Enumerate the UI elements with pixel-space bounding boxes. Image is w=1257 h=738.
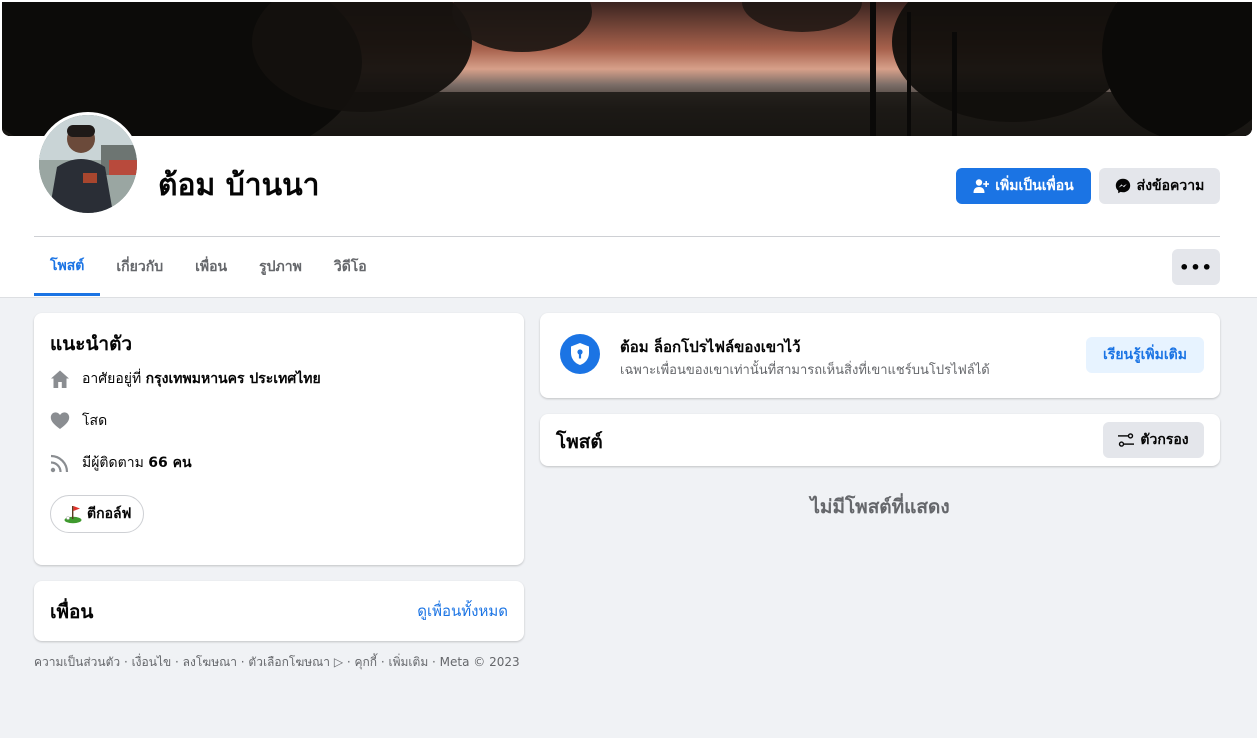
hobby-chip[interactable]: ตีกอล์ฟ (50, 495, 145, 533)
locked-title: ต้อม ล็อกโปรไฟล์ของเขาไว้ (620, 338, 801, 356)
add-friend-icon (973, 179, 990, 193)
intro-relationship-row: โสด (50, 410, 107, 432)
golf-icon (64, 506, 82, 524)
intro-relationship-text: โสด (82, 413, 108, 429)
shield-lock-icon (560, 334, 600, 374)
locked-profile-card: ต้อม ล็อกโปรไฟล์ของเขาไว้ เฉพาะเพื่อนของ… (540, 313, 1220, 398)
lives-prefix: อาศัยอยู่ที่ (82, 371, 142, 387)
lives-city[interactable]: กรุงเทพมหานคร ประเทศไทย (146, 371, 321, 387)
home-icon (50, 369, 70, 389)
message-button[interactable]: ส่งข้อความ (1099, 168, 1220, 204)
profile-tabs: โพสต์ เกี่ยวกับ เพื่อน รูปภาพ วิดีโอ (34, 238, 383, 298)
tab-photos[interactable]: รูปภาพ (243, 238, 318, 296)
no-posts-message: ไม่มีโพสต์ที่แสดง (810, 496, 950, 518)
tab-about[interactable]: เกี่ยวกับ (100, 238, 179, 296)
heart-icon (50, 411, 70, 431)
profile-avatar[interactable] (36, 112, 140, 216)
cover-image (2, 2, 1252, 136)
posts-title: โพสต์ (556, 431, 603, 453)
avatar-image (39, 115, 137, 213)
tab-posts[interactable]: โพสต์ (34, 238, 101, 296)
tab-videos[interactable]: วิดีโอ (318, 238, 383, 296)
see-all-friends-link[interactable]: ดูเพื่อนทั้งหมด (417, 599, 508, 623)
followers-count[interactable]: 66 คน (148, 455, 191, 471)
message-label: ส่งข้อความ (1136, 178, 1205, 194)
intro-followers-text: มีผู้ติดตาม 66 คน (82, 452, 192, 474)
posts-card: โพสต์ ตัวกรอง (540, 414, 1220, 466)
friends-title: เพื่อน (50, 601, 94, 623)
header-divider (34, 236, 1220, 237)
tab-friends[interactable]: เพื่อน (179, 238, 243, 296)
intro-card: แนะนำตัว อาศัยอยู่ที่ กรุงเทพมหานคร ประเ… (34, 313, 524, 565)
add-friend-label: เพิ่มเป็นเพื่อน (995, 178, 1074, 194)
learn-more-button[interactable]: เรียนรู้เพิ่มเติม (1086, 337, 1204, 373)
footer-links[interactable]: ความเป็นส่วนตัว · เงื่อนไข · ลงโฆษณา · ต… (34, 653, 520, 672)
followers-prefix: มีผู้ติดตาม (82, 455, 144, 471)
filter-label: ตัวกรอง (1140, 432, 1189, 448)
more-icon: ••• (1179, 257, 1213, 277)
rss-icon (50, 453, 70, 473)
cover-photo[interactable] (2, 2, 1252, 136)
filter-button[interactable]: ตัวกรอง (1103, 422, 1204, 458)
intro-lives-row: อาศัยอยู่ที่ กรุงเทพมหานคร ประเทศไทย (50, 368, 321, 390)
messenger-icon (1115, 178, 1130, 194)
intro-title: แนะนำตัว (50, 333, 133, 355)
more-options-button[interactable]: ••• (1172, 249, 1220, 285)
filter-icon (1118, 433, 1135, 447)
locked-subtitle: เฉพาะเพื่อนของเขาเท่านั้นที่สามารถเห็นสิ… (620, 363, 990, 378)
profile-name: ต้อม บ้านนา (158, 168, 320, 203)
intro-lives-text: อาศัยอยู่ที่ กรุงเทพมหานคร ประเทศไทย (82, 368, 321, 390)
hobby-label: ตีกอล์ฟ (87, 506, 132, 522)
intro-followers-row: มีผู้ติดตาม 66 คน (50, 452, 192, 474)
friends-card: เพื่อน ดูเพื่อนทั้งหมด (34, 581, 524, 641)
add-friend-button[interactable]: เพิ่มเป็นเพื่อน (956, 168, 1091, 204)
